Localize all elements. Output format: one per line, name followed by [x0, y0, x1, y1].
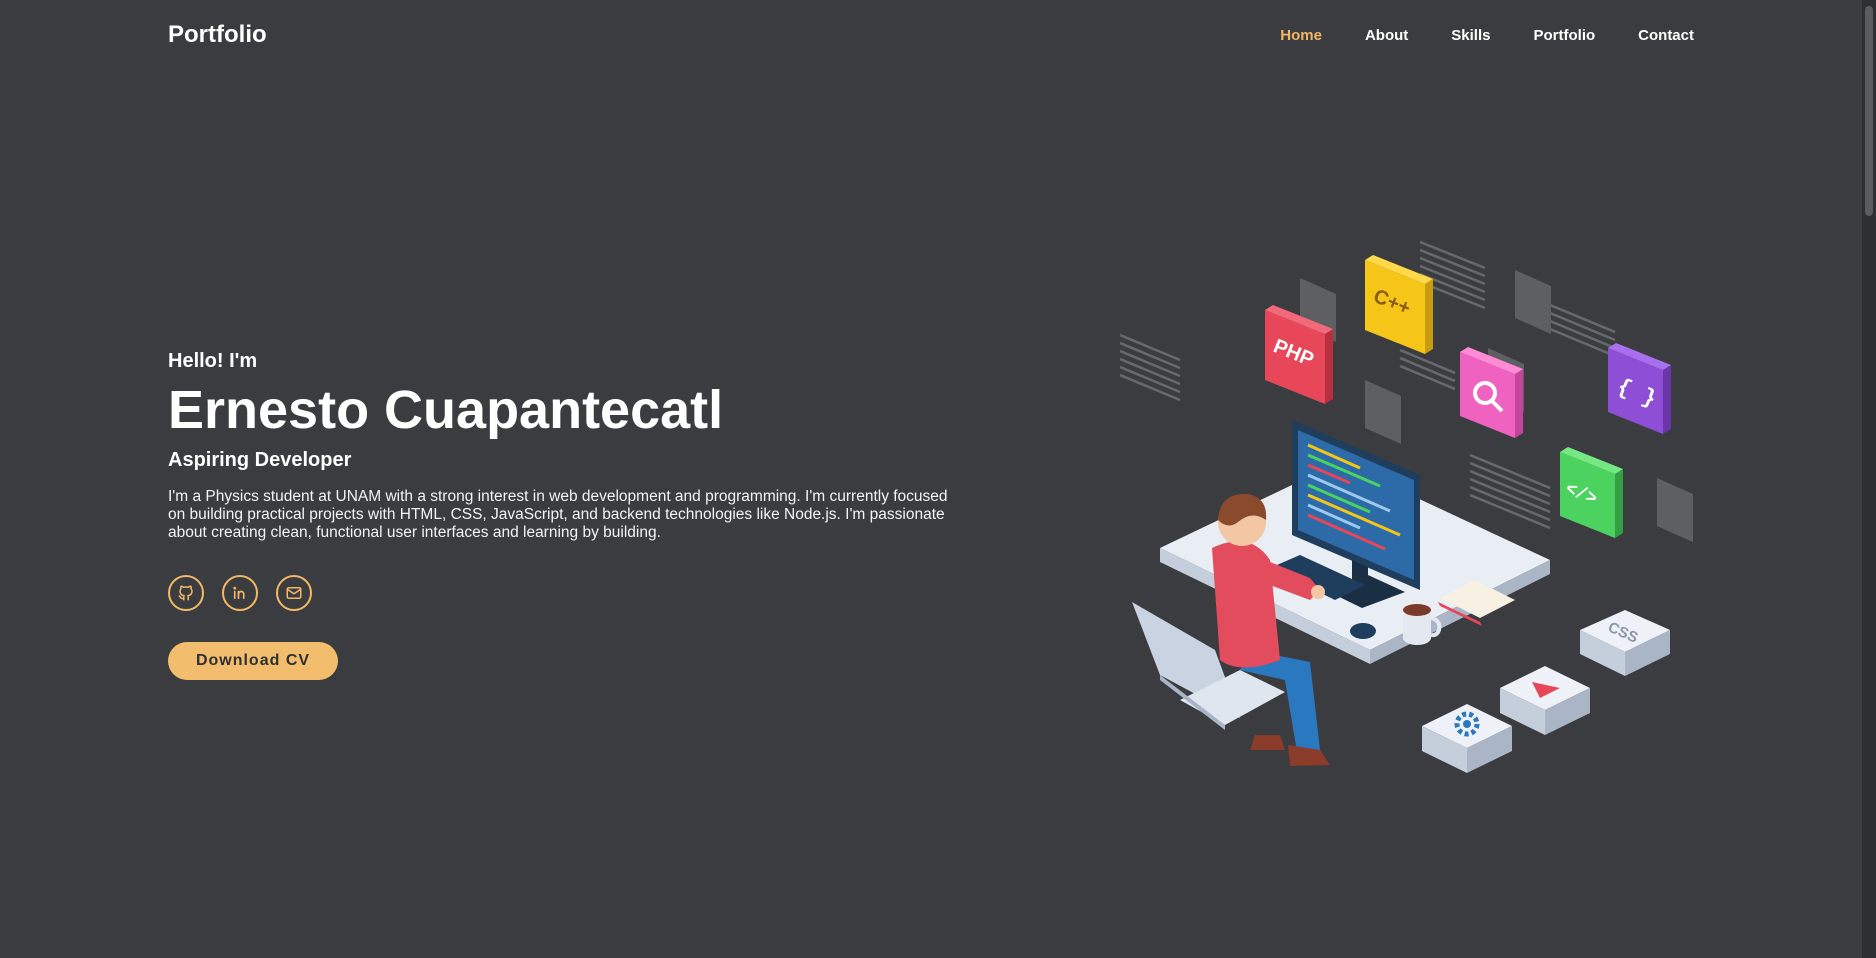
css-box: CSS [1580, 610, 1670, 676]
mail-link[interactable] [276, 575, 312, 611]
mouse [1350, 623, 1376, 639]
social-links [168, 575, 958, 611]
nav-link-portfolio[interactable]: Portfolio [1534, 27, 1596, 44]
scrollbar-thumb[interactable] [1865, 6, 1873, 216]
hero-bio: I'm a Physics student at UNAM with a str… [168, 488, 948, 541]
braces-tile: { } [1608, 343, 1671, 434]
mail-icon [286, 587, 302, 599]
linkedin-link[interactable] [222, 575, 258, 611]
cpp-tile: C++ [1365, 255, 1433, 354]
page: Portfolio Home About Skills Portfolio Co… [0, 0, 1876, 958]
gear-box [1422, 704, 1512, 773]
navbar: Portfolio Home About Skills Portfolio Co… [168, 18, 1694, 52]
nav-link-skills[interactable]: Skills [1451, 27, 1490, 44]
nav-link-contact[interactable]: Contact [1638, 27, 1694, 44]
developer-illustration: PHP C++ { } </> CSS [1120, 240, 1693, 773]
hero-greeting: Hello! I'm [168, 350, 258, 372]
play-box [1500, 666, 1590, 735]
logo-link[interactable]: Portfolio [168, 21, 267, 49]
hero-section: Hello! I'm Ernesto Cuapantecatl Aspiring… [168, 350, 958, 680]
scrollbar[interactable] [1862, 0, 1876, 958]
hero-role: Aspiring Developer [168, 449, 352, 471]
nav-link-home[interactable]: Home [1280, 27, 1322, 44]
nav-link-about[interactable]: About [1365, 27, 1408, 44]
hero-name: Ernesto Cuapantecatl [168, 380, 724, 440]
download-cv-button[interactable]: Download CV [168, 642, 338, 680]
nav-links: Home About Skills Portfolio Contact [1237, 27, 1694, 44]
code-tile: </> [1560, 447, 1623, 538]
github-icon [178, 585, 193, 601]
linkedin-icon [233, 586, 245, 600]
github-link[interactable] [168, 575, 204, 611]
